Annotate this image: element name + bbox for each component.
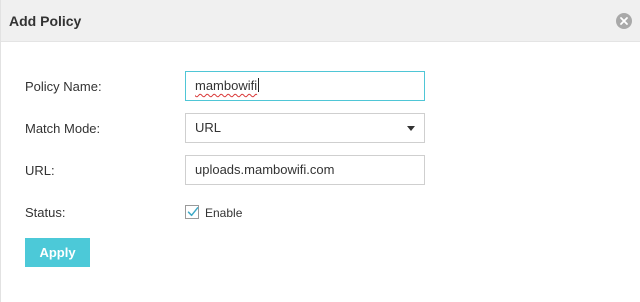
- match-mode-label: Match Mode:: [25, 121, 101, 136]
- enable-checkbox[interactable]: [185, 205, 199, 219]
- dialog-header: Add Policy: [1, 0, 640, 42]
- policy-name-label: Policy Name:: [25, 79, 102, 94]
- url-value: uploads.mambowifi.com: [195, 162, 335, 177]
- close-icon[interactable]: [616, 13, 632, 29]
- apply-button[interactable]: Apply: [25, 238, 90, 267]
- chevron-down-icon: [407, 126, 415, 131]
- url-input[interactable]: uploads.mambowifi.com: [185, 155, 425, 185]
- dialog-title: Add Policy: [9, 13, 82, 29]
- add-policy-dialog: Add Policy Policy Name: mambowifi Match …: [0, 0, 640, 302]
- enable-label[interactable]: Enable: [205, 206, 242, 220]
- policy-name-input[interactable]: mambowifi: [185, 71, 425, 101]
- match-mode-value: URL: [195, 120, 222, 135]
- match-mode-select[interactable]: URL: [185, 113, 425, 143]
- policy-name-value: mambowifi: [195, 78, 258, 93]
- text-caret: [258, 78, 260, 92]
- url-label: URL:: [25, 163, 55, 178]
- status-label: Status:: [25, 205, 66, 220]
